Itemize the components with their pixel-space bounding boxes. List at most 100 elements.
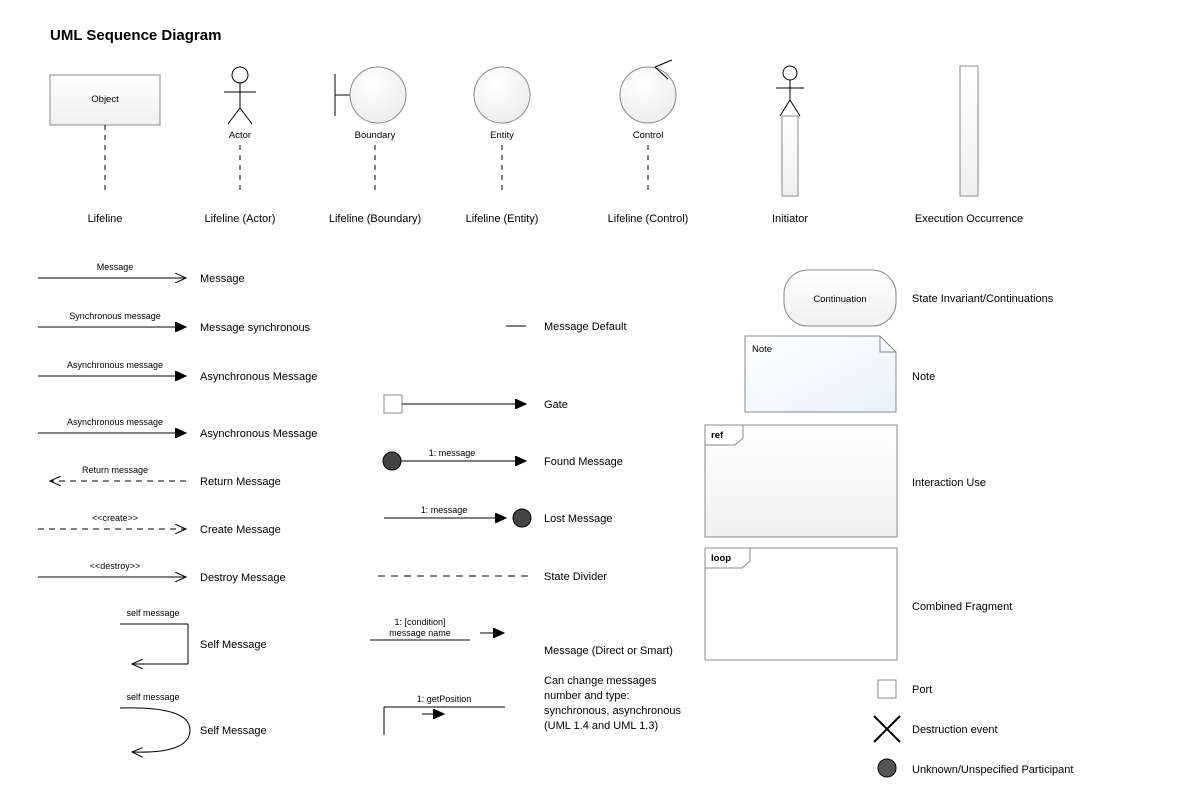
svg-text:Self Message: Self Message	[200, 639, 267, 651]
execution-bar-icon	[960, 66, 978, 196]
svg-text:Continuation: Continuation	[813, 294, 866, 305]
svg-text:self message: self message	[126, 608, 179, 618]
actor-icon	[224, 67, 256, 124]
uml-sequence-diagram: UML Sequence Diagram Object Lifeline Act…	[0, 0, 1200, 810]
destruction-event: Destruction event	[874, 716, 998, 742]
note-shape: Note Note	[745, 336, 935, 412]
svg-text:State Divider: State Divider	[544, 571, 607, 583]
svg-text:<<create>>: <<create>>	[92, 513, 138, 523]
svg-text:Unknown/Unspecified Participan: Unknown/Unspecified Participant	[912, 764, 1073, 776]
initiator-icon	[776, 66, 804, 196]
svg-text:Found Message: Found Message	[544, 456, 623, 468]
message-default: Message Default	[506, 321, 627, 333]
entity-caption: Lifeline (Entity)	[466, 213, 539, 225]
svg-text:Gate: Gate	[544, 399, 568, 411]
lifeline-actor: Actor Lifeline (Actor)	[205, 67, 276, 225]
svg-text:Lost Message: Lost Message	[544, 513, 612, 525]
control-label: Control	[633, 130, 664, 141]
actor-label: Actor	[229, 130, 251, 141]
svg-text:1: [condition]: 1: [condition]	[394, 617, 445, 627]
object-caption: Lifeline	[88, 213, 123, 225]
x-icon	[874, 716, 900, 742]
svg-text:Asynchronous Message: Asynchronous Message	[200, 371, 317, 383]
svg-text:Self Message: Self Message	[200, 725, 267, 737]
gate: Gate	[384, 395, 568, 413]
svg-text:Message synchronous: Message synchronous	[200, 322, 311, 334]
lifeline-boundary: Boundary Lifeline (Boundary)	[329, 67, 421, 225]
lifeline-initiator: Initiator	[772, 66, 808, 225]
initiator-caption: Initiator	[772, 213, 808, 225]
svg-text:Combined Fragment: Combined Fragment	[912, 601, 1012, 613]
lost-message: 1: message Lost Message	[384, 505, 612, 527]
message-destroy: <<destroy>> Destroy Message	[38, 561, 286, 584]
lifeline-execution: Execution Occurrence	[915, 66, 1023, 225]
svg-text:Note: Note	[912, 371, 935, 383]
svg-text:Can change messages: Can change messages	[544, 675, 657, 687]
svg-text:Message Default: Message Default	[544, 321, 627, 333]
lifeline-entity: Entity Lifeline (Entity)	[466, 67, 539, 225]
svg-text:self message: self message	[126, 692, 179, 702]
message-asynchronous-1: Asynchronous message Asynchronous Messag…	[38, 360, 317, 383]
unknown-participant: Unknown/Unspecified Participant	[878, 759, 1073, 777]
svg-text:Interaction Use: Interaction Use	[912, 477, 986, 489]
entity-label: Entity	[490, 130, 514, 141]
svg-text:Return message: Return message	[82, 465, 148, 475]
svg-text:Message (Direct or Smart): Message (Direct or Smart)	[544, 645, 673, 657]
lifeline-control: Control Lifeline (Control)	[608, 60, 689, 225]
boundary-icon	[335, 67, 406, 123]
control-caption: Lifeline (Control)	[608, 213, 689, 225]
found-message: 1: message Found Message	[383, 448, 623, 470]
svg-text:Destroy Message: Destroy Message	[200, 572, 286, 584]
diagram-title: UML Sequence Diagram	[50, 27, 221, 44]
filled-circle-icon	[878, 759, 896, 777]
message-create: <<create>> Create Message	[38, 513, 281, 536]
svg-text:State Invariant/Continuations: State Invariant/Continuations	[912, 293, 1054, 305]
svg-text:<<destroy>>: <<destroy>>	[90, 561, 141, 571]
message-simple: Message Message	[38, 262, 245, 285]
svg-text:Destruction event: Destruction event	[912, 724, 998, 736]
execution-caption: Execution Occurrence	[915, 213, 1023, 225]
entity-icon	[474, 67, 530, 123]
gate-box-icon	[384, 395, 402, 413]
lifeline-object: Object Lifeline	[50, 75, 160, 225]
state-divider: State Divider	[378, 571, 607, 583]
message-asynchronous-2: Asynchronous message Asynchronous Messag…	[38, 417, 317, 440]
svg-text:Note: Note	[752, 344, 772, 355]
svg-text:synchronous, asynchronous: synchronous, asynchronous	[544, 705, 681, 717]
message-return: Return message Return Message	[50, 465, 281, 488]
svg-text:1: message: 1: message	[421, 505, 468, 515]
message-smart: 1: getPosition Can change messages numbe…	[384, 675, 681, 735]
boundary-label: Boundary	[355, 130, 396, 141]
svg-text:Create Message: Create Message	[200, 524, 281, 536]
control-icon	[620, 60, 676, 123]
object-box-label: Object	[91, 94, 119, 105]
svg-text:loop: loop	[711, 553, 731, 564]
svg-text:Port: Port	[912, 684, 932, 696]
svg-text:(UML 1.4 and UML 1.3): (UML 1.4 and UML 1.3)	[544, 720, 658, 732]
filled-circle-icon	[513, 509, 531, 527]
svg-text:Asynchronous Message: Asynchronous Message	[200, 428, 317, 440]
svg-text:1: message: 1: message	[429, 448, 476, 458]
svg-text:Message: Message	[97, 262, 134, 272]
svg-text:Message: Message	[200, 273, 245, 285]
svg-text:Asynchronous message: Asynchronous message	[67, 417, 163, 427]
svg-text:ref: ref	[711, 430, 724, 441]
port-shape: Port	[878, 680, 932, 698]
filled-circle-icon	[383, 452, 401, 470]
message-synchronous: Synchronous message Message synchronous	[38, 311, 311, 334]
state-invariant: Continuation State Invariant/Continuatio…	[784, 270, 1054, 326]
message-self-curve: self message Self Message	[120, 692, 267, 752]
port-icon	[878, 680, 896, 698]
combined-fragment: loop Combined Fragment	[705, 548, 1012, 660]
svg-text:message name: message name	[389, 628, 451, 638]
boundary-caption: Lifeline (Boundary)	[329, 213, 421, 225]
svg-text:Return Message: Return Message	[200, 476, 281, 488]
svg-text:1: getPosition: 1: getPosition	[417, 694, 472, 704]
message-direct: 1: [condition] message name Message (Dir…	[370, 617, 673, 657]
message-self-rect: self message Self Message	[120, 608, 267, 664]
interaction-use: ref Interaction Use	[705, 425, 986, 537]
svg-text:number and type:: number and type:	[544, 690, 630, 702]
svg-text:Synchronous message: Synchronous message	[69, 311, 161, 321]
svg-text:Asynchronous message: Asynchronous message	[67, 360, 163, 370]
actor-caption: Lifeline (Actor)	[205, 213, 276, 225]
